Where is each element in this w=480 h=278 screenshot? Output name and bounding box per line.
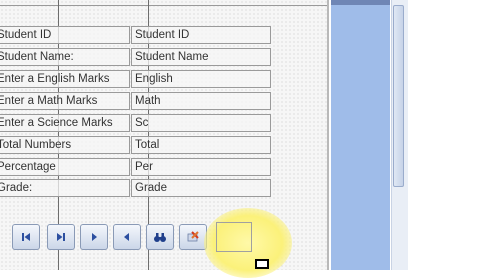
textbox-student-id[interactable]: Student ID [131, 26, 271, 44]
textbox-science[interactable]: Sc [131, 114, 271, 132]
textbox-math[interactable]: Math [131, 92, 271, 110]
delete-record-icon [187, 231, 199, 242]
label-science-marks[interactable]: Enter a Science Marks [0, 114, 130, 132]
form-background-area [331, 0, 390, 270]
label-student-id[interactable]: Student ID [0, 26, 130, 44]
new-control-outline[interactable] [216, 222, 252, 252]
label-percentage[interactable]: Percentage [0, 158, 130, 176]
next-record-icon [92, 233, 97, 241]
last-record-button[interactable] [47, 224, 75, 250]
textbox-grade[interactable]: Grade [131, 179, 271, 197]
textbox-english[interactable]: English [131, 70, 271, 88]
first-record-button[interactable] [12, 224, 40, 250]
canvas-edge [327, 0, 329, 270]
form-design-canvas[interactable]: Student ID Student ID Student Name: Stud… [0, 0, 328, 278]
label-total-numbers[interactable]: Total Numbers [0, 136, 130, 154]
textbox-total[interactable]: Total [131, 136, 271, 154]
label-student-name[interactable]: Student Name: [0, 48, 130, 66]
scroll-thumb[interactable] [393, 5, 404, 187]
previous-record-icon [124, 233, 129, 241]
resize-handle[interactable] [255, 259, 269, 269]
label-english-marks[interactable]: Enter a English Marks [0, 70, 130, 88]
form-title-bar-edge [331, 0, 390, 5]
first-record-icon [22, 233, 30, 241]
label-grade[interactable]: Grade: [0, 179, 130, 197]
label-math-marks[interactable]: Enter a Math Marks [0, 92, 130, 110]
desktop-background [408, 0, 480, 270]
previous-record-button[interactable] [113, 224, 141, 250]
textbox-student-name[interactable]: Student Name [131, 48, 271, 66]
find-record-button[interactable] [146, 224, 174, 250]
textbox-percentage[interactable]: Per [131, 158, 271, 176]
next-record-button[interactable] [80, 224, 108, 250]
canvas-top-rule [0, 5, 328, 6]
find-record-icon [154, 233, 166, 242]
last-record-icon [57, 233, 65, 241]
delete-record-button[interactable] [179, 224, 207, 250]
